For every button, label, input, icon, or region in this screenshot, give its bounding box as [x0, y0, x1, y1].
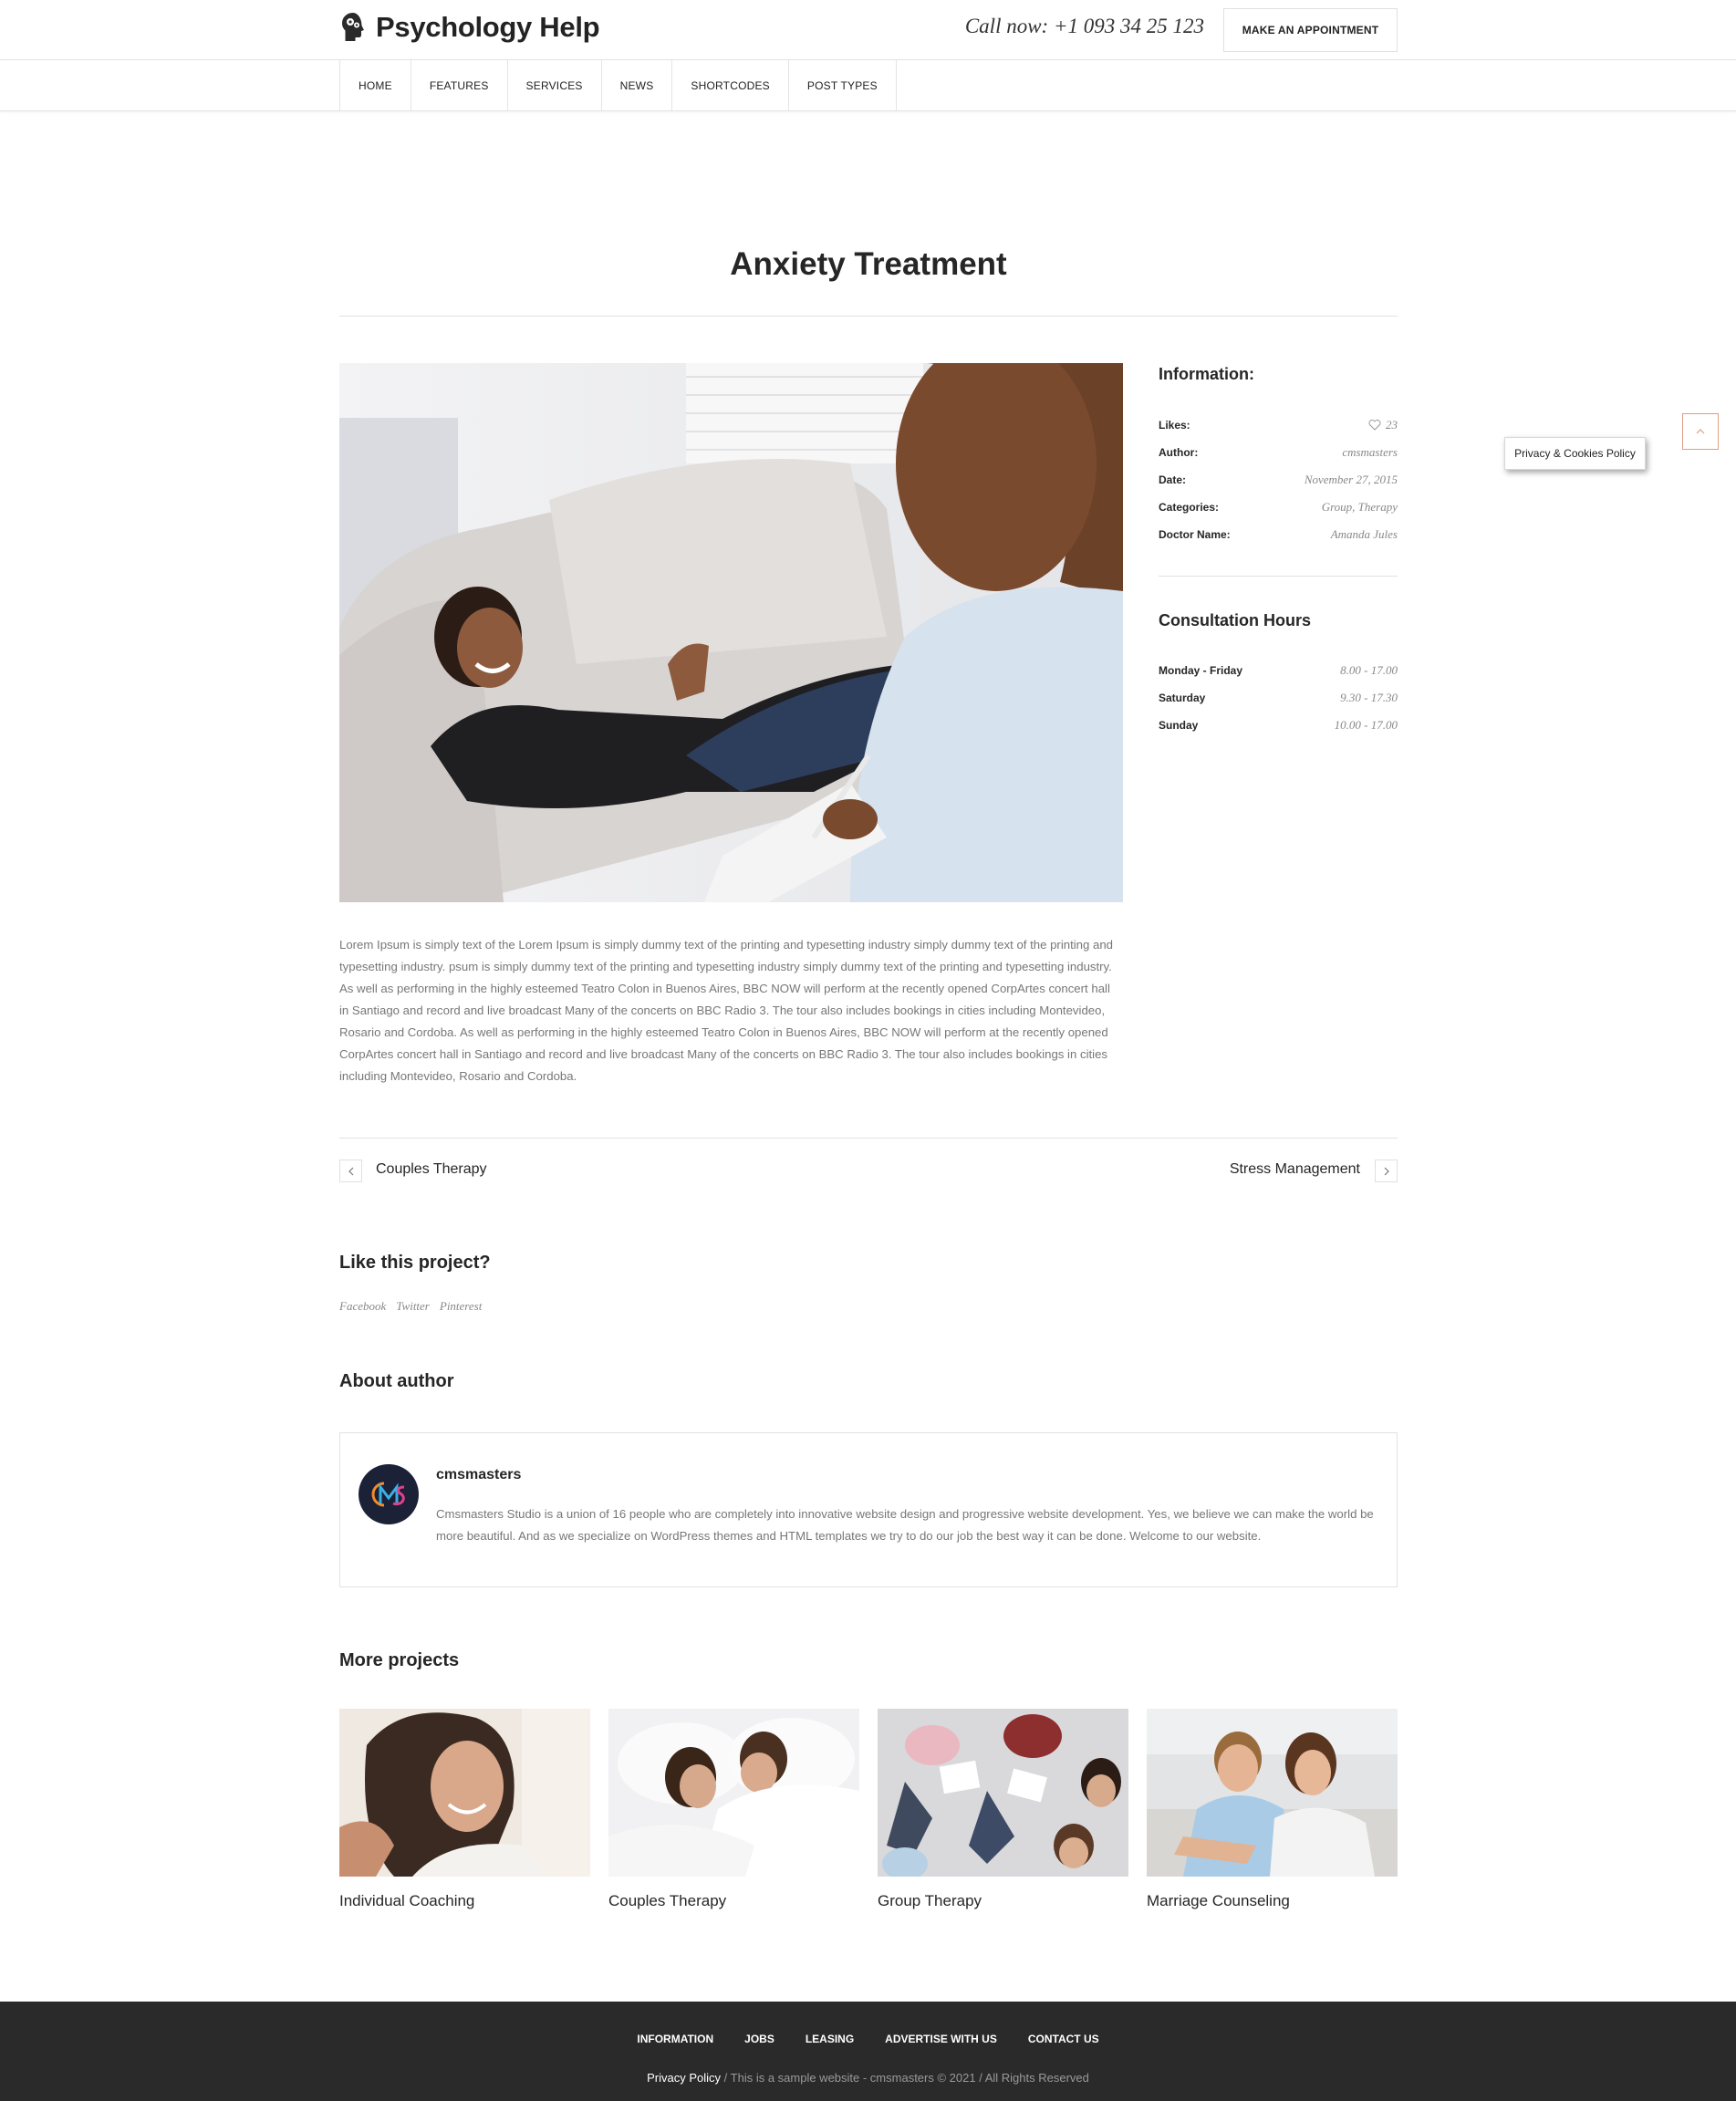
footer-copyright: Privacy Policy / This is a sample websit… [0, 2071, 1736, 2085]
nav-item-post-types[interactable]: POST TYPES [789, 60, 897, 111]
doctor-name-value: Amanda Jules [1330, 527, 1398, 541]
info-key: Author: [1159, 446, 1199, 459]
project-card-group-therapy[interactable]: Group Therapy [878, 1709, 1128, 1910]
author-box: cmsmasters Cmsmasters Studio is a union … [339, 1432, 1398, 1587]
project-body-text: Lorem Ipsum is simply text of the Lorem … [339, 938, 1114, 1083]
hours-time: 10.00 - 17.00 [1334, 718, 1398, 732]
project-title[interactable]: Marriage Counseling [1147, 1892, 1398, 1910]
hours-day: Monday - Friday [1159, 664, 1243, 677]
privacy-policy-link[interactable]: Privacy Policy [647, 2071, 721, 2085]
hours-row-weekdays: Monday - Friday 8.00 - 17.00 [1159, 661, 1398, 680]
hours-row-sunday: Sunday 10.00 - 17.00 [1159, 716, 1398, 734]
footer-link-advertise[interactable]: ADVERTISE WITH US [885, 2033, 997, 2045]
info-key: Date: [1159, 473, 1187, 486]
next-project-link[interactable]: Stress Management [1230, 1161, 1360, 1178]
call-now-text: Call now: +1 093 34 25 123 [964, 15, 1204, 37]
footer-link-jobs[interactable]: JOBS [744, 2033, 774, 2045]
share-facebook-link[interactable]: Facebook [339, 1299, 386, 1314]
nav-item-shortcodes[interactable]: SHORTCODES [672, 60, 789, 111]
nav-item-features[interactable]: FEATURES [411, 60, 508, 111]
next-project-button[interactable] [1375, 1160, 1398, 1182]
scroll-to-top-button[interactable] [1682, 413, 1719, 450]
prev-project-button[interactable] [339, 1160, 362, 1182]
project-title[interactable]: Couples Therapy [608, 1892, 859, 1910]
privacy-cookies-button[interactable]: Privacy & Cookies Policy [1504, 437, 1646, 470]
info-key: Doctor Name: [1159, 528, 1231, 541]
footer-link-contact[interactable]: CONTACT US [1028, 2033, 1099, 2045]
project-thumbnail[interactable] [878, 1709, 1128, 1877]
project-title[interactable]: Group Therapy [878, 1892, 1128, 1910]
project-thumbnail[interactable] [339, 1709, 590, 1877]
chevron-up-icon [1696, 429, 1705, 434]
share-twitter-link[interactable]: Twitter [396, 1299, 430, 1314]
info-row-doctor-name: Doctor Name: Amanda Jules [1159, 525, 1398, 544]
prev-project-link[interactable]: Couples Therapy [376, 1161, 487, 1178]
head-gears-icon [342, 13, 364, 41]
share-heading: Like this project? [339, 1253, 491, 1273]
author-value[interactable]: cmsmasters [1342, 445, 1398, 460]
project-title[interactable]: Individual Coaching [339, 1892, 590, 1910]
pager-divider [339, 1138, 1398, 1139]
hours-day: Sunday [1159, 719, 1199, 732]
hours-day: Saturday [1159, 692, 1206, 704]
author-name[interactable]: cmsmasters [436, 1467, 521, 1483]
project-thumbnail[interactable] [608, 1709, 859, 1877]
info-row-date: Date: November 27, 2015 [1159, 471, 1398, 489]
project-hero-image [339, 363, 1123, 902]
consultation-hours-heading: Consultation Hours [1159, 611, 1311, 629]
footer: INFORMATION JOBS LEASING ADVERTISE WITH … [0, 2002, 1736, 2101]
author-bio: Cmsmasters Studio is a union of 16 peopl… [436, 1507, 1374, 1543]
share-pinterest-link[interactable]: Pinterest [440, 1299, 482, 1314]
likes-value[interactable]: 23 [1368, 418, 1398, 432]
project-thumbnail[interactable] [1147, 1709, 1398, 1877]
project-card-individual-coaching[interactable]: Individual Coaching [339, 1709, 590, 1910]
header-bar: Psychology Help Call now: +1 093 34 25 1… [0, 0, 1736, 60]
information-heading: Information: [1159, 365, 1254, 383]
info-row-categories: Categories: Group, Therapy [1159, 498, 1398, 516]
cms-logo-icon [371, 1482, 405, 1507]
copyright-text: / This is a sample website - cmsmasters … [721, 2071, 1089, 2085]
hours-time: 8.00 - 17.00 [1340, 663, 1398, 677]
project-card-marriage-counseling[interactable]: Marriage Counseling [1147, 1709, 1398, 1910]
chevron-right-icon [1384, 1167, 1389, 1175]
main-nav: HOME FEATURES SERVICES NEWS SHORTCODES P… [0, 60, 1736, 111]
more-projects-heading: More projects [339, 1650, 460, 1670]
title-divider [339, 316, 1398, 317]
nav-item-home[interactable]: HOME [340, 60, 411, 111]
author-avatar [359, 1464, 419, 1524]
nav-item-news[interactable]: NEWS [602, 60, 673, 111]
info-row-likes: Likes: 23 [1159, 416, 1398, 434]
info-key: Categories: [1159, 501, 1220, 514]
page-title: Anxiety Treatment [730, 246, 1007, 282]
info-key: Likes: [1159, 419, 1190, 432]
logo-text: Psychology Help [376, 11, 600, 43]
footer-link-leasing[interactable]: LEASING [806, 2033, 854, 2045]
date-value: November 27, 2015 [1304, 473, 1398, 486]
info-row-author: Author: cmsmasters [1159, 443, 1398, 462]
hours-row-saturday: Saturday 9.30 - 17.30 [1159, 689, 1398, 707]
footer-link-information[interactable]: INFORMATION [637, 2033, 713, 2045]
site-logo[interactable]: Psychology Help [339, 11, 600, 44]
nav-item-services[interactable]: SERVICES [508, 60, 602, 111]
heart-icon [1368, 420, 1381, 431]
share-links: Facebook Twitter Pinterest [339, 1299, 482, 1314]
chevron-left-icon [348, 1167, 353, 1175]
footer-nav: INFORMATION JOBS LEASING ADVERTISE WITH … [0, 2033, 1736, 2045]
hours-time: 9.30 - 17.30 [1340, 691, 1398, 704]
categories-value[interactable]: Group, Therapy [1322, 500, 1398, 515]
project-card-couples-therapy[interactable]: Couples Therapy [608, 1709, 859, 1910]
sidebar-divider [1159, 576, 1398, 577]
about-author-heading: About author [339, 1371, 454, 1391]
make-appointment-button[interactable]: MAKE AN APPOINTMENT [1223, 8, 1398, 52]
